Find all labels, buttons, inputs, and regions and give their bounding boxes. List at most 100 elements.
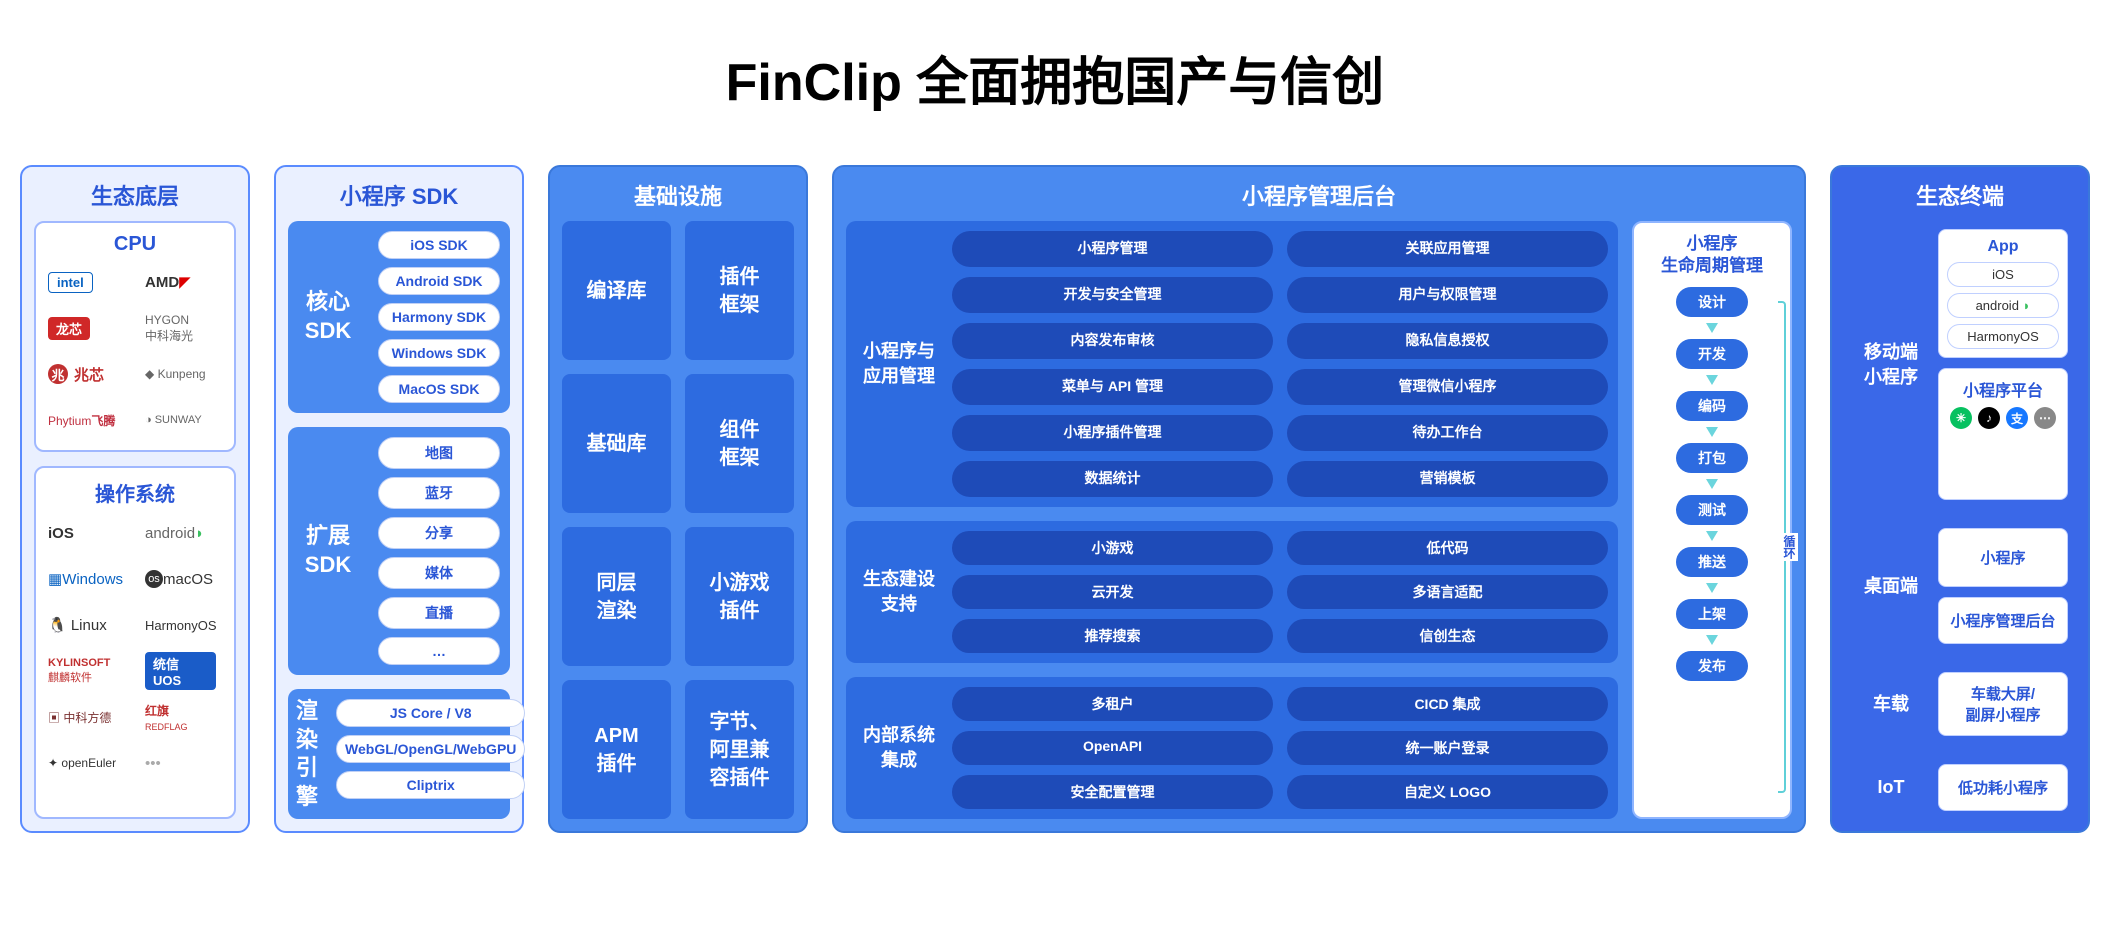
sdk-ext-label: 扩展 SDK	[288, 427, 368, 675]
mgmt-pill: 推荐搜索	[952, 619, 1273, 653]
lifecycle-card: 小程序 生命周期管理 循环 设计开发编码打包测试推送上架发布	[1632, 221, 1792, 819]
panel-title: 生态底层	[34, 179, 236, 211]
panel-title: 生态终端	[1844, 179, 2076, 211]
term-iot-label: IoT	[1852, 764, 1930, 811]
cpu-title: CPU	[48, 233, 222, 256]
col-ecosystem-base: 生态底层 CPU intel AMD◤ 龙芯 HYGON中科海光 兆兆芯 ◆ K…	[20, 165, 250, 833]
sdk-pill: 蓝牙	[378, 477, 500, 509]
logo-more: •••	[145, 747, 222, 779]
mgmt-pill: CICD 集成	[1287, 687, 1608, 721]
logo-nfs: ▣ 中科方德	[48, 701, 125, 733]
sdk-pill: Android SDK	[378, 267, 500, 295]
arrow-down-icon	[1706, 635, 1718, 645]
term-platform-card: 小程序平台 ✳ ♪ 支 ⋯	[1938, 368, 2068, 500]
logo-loongson: 龙芯	[48, 312, 125, 344]
term-app-android: android ◗	[1947, 293, 2059, 318]
panel-ecosystem-base: 生态底层 CPU intel AMD◤ 龙芯 HYGON中科海光 兆兆芯 ◆ K…	[20, 165, 250, 833]
term-car: 车载 车载大屏/ 副屏小程序	[1844, 664, 2076, 744]
logo-kylin: KYLINSOFT麒麟软件	[48, 655, 125, 687]
mgmt-pill: 营销模板	[1287, 461, 1608, 497]
logo-ios: iOS	[48, 517, 125, 549]
infra-tile: 编译库	[562, 221, 671, 360]
mgmt-block: 小程序与 应用管理小程序管理关联应用管理开发与安全管理用户与权限管理内容发布审核…	[846, 221, 1618, 507]
logo-phytium: Phytium飞腾	[48, 404, 125, 436]
logo-sunway: ◑ SUNWAY	[145, 404, 222, 436]
page-title: FinClip 全面拥抱国产与信创	[20, 40, 2090, 115]
logo-android: android ◗	[145, 517, 222, 549]
mgmt-pill: 菜单与 API 管理	[952, 369, 1273, 405]
lifecycle-step: 上架	[1676, 599, 1748, 629]
mgmt-pill: 统一账户登录	[1287, 731, 1608, 765]
infra-tile: 小游戏 插件	[685, 527, 794, 666]
panel-title: 基础设施	[562, 179, 794, 211]
logo-amd: AMD◤	[145, 266, 222, 298]
os-title: 操作系统	[48, 478, 222, 507]
mgmt-pill: 信创生态	[1287, 619, 1608, 653]
logo-openeuler: ✦ openEuler	[48, 747, 125, 779]
mgmt-block: 内部系统 集成多租户CICD 集成OpenAPI统一账户登录安全配置管理自定义 …	[846, 677, 1618, 819]
infra-tile: 字节、 阿里兼 容插件	[685, 680, 794, 819]
col-terminal: 生态终端 移动端 小程序 App iOS android ◗ HarmonyOS…	[1830, 165, 2090, 833]
panel-title: 小程序 SDK	[288, 179, 510, 211]
mgmt-pill: 云开发	[952, 575, 1273, 609]
lifecycle-step: 发布	[1676, 651, 1748, 681]
panel-infra: 基础设施 编译库插件 框架基础库组件 框架同层 渲染小游戏 插件APM 插件字节…	[548, 165, 808, 833]
term-mobile: 移动端 小程序 App iOS android ◗ HarmonyOS 小程序平…	[1844, 221, 2076, 508]
sdk-render-block: 渲染 引擎 JS Core / V8WebGL/OpenGL/WebGPUCli…	[288, 689, 510, 819]
mgmt-pill: 多语言适配	[1287, 575, 1608, 609]
logo-hygon: HYGON中科海光	[145, 312, 222, 344]
panel-title: 小程序管理后台	[846, 179, 1792, 211]
mgmt-pill: OpenAPI	[952, 731, 1273, 765]
arrow-down-icon	[1706, 479, 1718, 489]
mgmt-block-label: 生态建设 支持	[856, 531, 942, 653]
mgmt-pill: 数据统计	[952, 461, 1273, 497]
logo-linux: 🐧 Linux	[48, 609, 125, 641]
arrow-down-icon	[1706, 583, 1718, 593]
mgmt-pill: 待办工作台	[1287, 415, 1608, 451]
wechat-icon: ✳	[1950, 407, 1972, 429]
infra-tile: APM 插件	[562, 680, 671, 819]
mgmt-pill: 小程序管理	[952, 231, 1273, 267]
mgmt-pill: 小游戏	[952, 531, 1273, 565]
term-desktop-label: 桌面端	[1852, 528, 1930, 644]
arrow-down-icon	[1706, 375, 1718, 385]
panel-terminal: 生态终端 移动端 小程序 App iOS android ◗ HarmonyOS…	[1830, 165, 2090, 833]
term-car-item: 车载大屏/ 副屏小程序	[1938, 672, 2068, 736]
infra-tile: 基础库	[562, 374, 671, 513]
infra-tile: 组件 框架	[685, 374, 794, 513]
alipay-icon: 支	[2006, 407, 2028, 429]
logo-harmony: HarmonyOS	[145, 609, 222, 641]
arrow-down-icon	[1706, 531, 1718, 541]
lifecycle-step: 推送	[1676, 547, 1748, 577]
arrow-down-icon	[1706, 427, 1718, 437]
mgmt-pill: 自定义 LOGO	[1287, 775, 1608, 809]
sdk-core-label: 核心 SDK	[288, 221, 368, 413]
term-iot: IoT 低功耗小程序	[1844, 756, 2076, 819]
sdk-pill: 分享	[378, 517, 500, 549]
term-app-harmony: HarmonyOS	[1947, 324, 2059, 349]
lifecycle-step: 编码	[1676, 391, 1748, 421]
os-card: 操作系统 iOS android ◗ ▦ Windows os macOS 🐧 …	[34, 466, 236, 819]
lifecycle-step: 设计	[1676, 287, 1748, 317]
logo-macos: os macOS	[145, 563, 222, 595]
lifecycle-step: 开发	[1676, 339, 1748, 369]
sdk-pill: WebGL/OpenGL/WebGPU	[336, 735, 525, 763]
mgmt-pill: 管理微信小程序	[1287, 369, 1608, 405]
mgmt-pill: 开发与安全管理	[952, 277, 1273, 313]
panel-mgmt: 小程序管理后台 小程序与 应用管理小程序管理关联应用管理开发与安全管理用户与权限…	[832, 165, 1806, 833]
sdk-pill: …	[378, 637, 500, 665]
mgmt-block-label: 内部系统 集成	[856, 687, 942, 809]
infra-tile: 插件 框架	[685, 221, 794, 360]
logo-redflag: 红旗REDFLAG	[145, 701, 222, 733]
mgmt-pill: 安全配置管理	[952, 775, 1273, 809]
logo-windows: ▦ Windows	[48, 563, 125, 595]
sdk-core-block: 核心 SDK iOS SDKAndroid SDKHarmony SDKWind…	[288, 221, 510, 413]
panel-sdk: 小程序 SDK 核心 SDK iOS SDKAndroid SDKHarmony…	[274, 165, 524, 833]
sdk-pill: JS Core / V8	[336, 699, 525, 727]
term-desktop: 桌面端 小程序 小程序管理后台	[1844, 520, 2076, 652]
mgmt-pill: 内容发布审核	[952, 323, 1273, 359]
col-infra: 基础设施 编译库插件 框架基础库组件 框架同层 渲染小游戏 插件APM 插件字节…	[548, 165, 808, 833]
cpu-card: CPU intel AMD◤ 龙芯 HYGON中科海光 兆兆芯 ◆ Kunpen…	[34, 221, 236, 452]
term-app-title: App	[1947, 238, 2059, 256]
sdk-pill: Windows SDK	[378, 339, 500, 367]
